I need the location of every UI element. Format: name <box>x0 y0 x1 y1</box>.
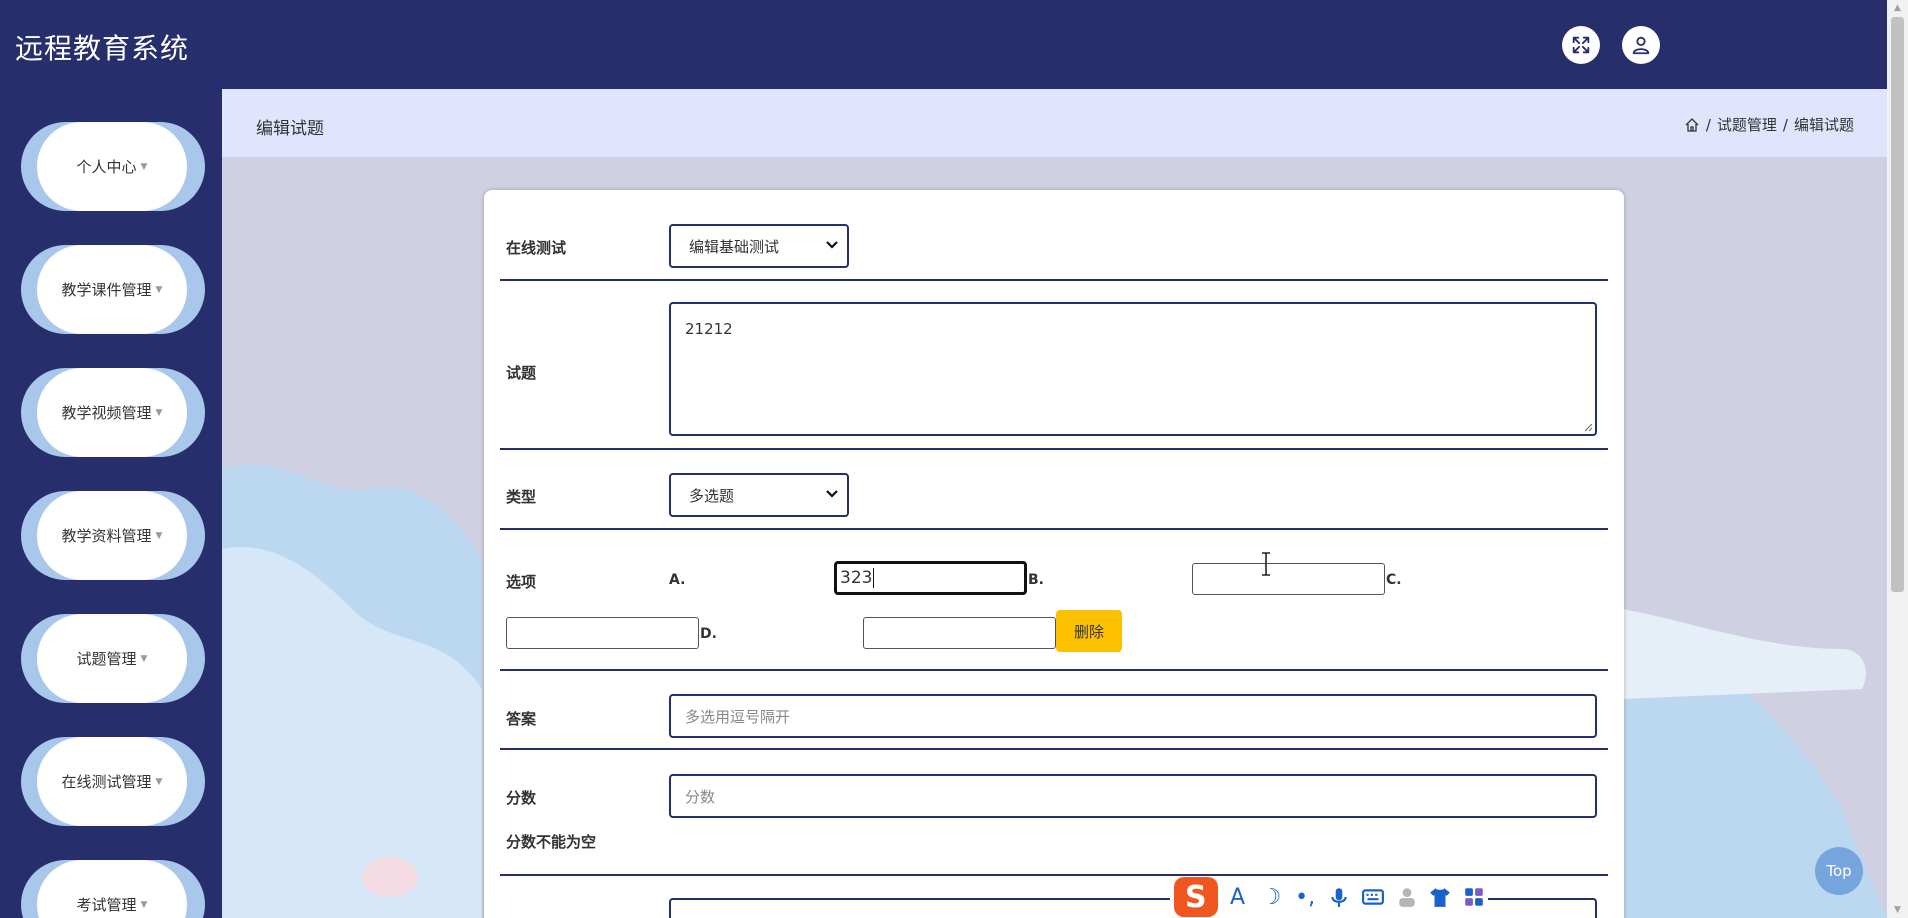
row-divider <box>500 528 1608 530</box>
punctuation-icon[interactable]: •, <box>1291 883 1319 911</box>
option-b-input[interactable] <box>1192 563 1385 595</box>
answer-placeholder: 多选用逗号隔开 <box>685 707 791 726</box>
question-text: 21212 <box>685 320 733 338</box>
caret-down-icon: ▼ <box>140 161 148 172</box>
apps-grid-icon[interactable] <box>1460 883 1488 911</box>
main-content: 编辑试题 / 试题管理 / 编辑试题 在线测试 编辑基础测试 试题 21212 … <box>222 89 1887 918</box>
option-a-label: A. <box>669 572 686 588</box>
sidebar-item-online-test[interactable]: 在线测试管理 ▼ <box>21 737 205 826</box>
microphone-icon[interactable] <box>1325 883 1353 911</box>
back-to-top-button[interactable]: Top <box>1815 847 1863 895</box>
scroll-up-icon[interactable]: ▲ <box>1892 3 1903 13</box>
ime-toolbar: S A ☽ •, <box>1170 876 1488 918</box>
scroll-thumb[interactable] <box>1891 17 1904 592</box>
top-header: 远程教育系统 <box>0 0 1887 89</box>
sidebar: 个人中心 ▼ 教学课件管理 ▼ 教学视频管理 ▼ 教学资料管理 ▼ 试题管理 ▼ 在线测试… <box>0 89 222 918</box>
app-title: 远程教育系统 <box>15 32 190 65</box>
shirt-icon[interactable] <box>1426 883 1454 911</box>
type-value: 多选题 <box>689 486 735 505</box>
score-label: 分数 <box>506 789 537 807</box>
breadcrumb: / 试题管理 / 编辑试题 <box>1684 114 1854 135</box>
home-icon[interactable] <box>1684 117 1700 133</box>
row-divider <box>500 748 1608 750</box>
question-textarea[interactable]: 21212 <box>669 302 1597 436</box>
resize-grip-icon[interactable] <box>1583 422 1593 432</box>
breadcrumb-separator: / <box>1782 115 1788 134</box>
caret-down-icon: ▼ <box>155 284 163 295</box>
sidebar-item-questions[interactable]: 试题管理 ▼ <box>21 614 205 703</box>
type-select[interactable]: 多选题 <box>669 473 849 517</box>
option-d-label: D. <box>700 626 717 642</box>
sogou-logo-icon[interactable]: S <box>1174 877 1218 917</box>
row-divider <box>500 279 1608 281</box>
option-b-label: B. <box>1028 572 1044 588</box>
breadcrumb-separator: / <box>1705 115 1711 134</box>
sidebar-item-label: 个人中心 <box>76 158 137 176</box>
sidebar-item-profile[interactable]: 个人中心 ▼ <box>21 122 205 211</box>
page-titlebar: 编辑试题 / 试题管理 / 编辑试题 <box>222 89 1887 157</box>
person-icon[interactable] <box>1393 883 1421 911</box>
online-test-value: 编辑基础测试 <box>689 237 780 256</box>
option-a-input[interactable]: 323 <box>834 561 1027 595</box>
sidebar-item-label: 在线测试管理 <box>61 773 152 791</box>
sidebar-item-video[interactable]: 教学视频管理 ▼ <box>21 368 205 457</box>
fullscreen-icon <box>1572 36 1590 54</box>
caret-down-icon: ▼ <box>140 653 148 664</box>
breadcrumb-questions[interactable]: 试题管理 <box>1717 114 1777 135</box>
sidebar-item-courseware[interactable]: 教学课件管理 ▼ <box>21 245 205 334</box>
page-scrollbar[interactable]: ▲ ▼ <box>1887 0 1908 918</box>
caret-down-icon: ▼ <box>155 530 163 541</box>
sidebar-item-exam[interactable]: 考试管理 ▼ <box>21 860 205 918</box>
page-title: 编辑试题 <box>256 119 324 139</box>
delete-option-button[interactable]: 删除 <box>1056 610 1122 652</box>
sidebar-item-label: 教学课件管理 <box>61 281 152 299</box>
user-button[interactable] <box>1622 26 1660 64</box>
chevron-down-icon <box>826 490 838 498</box>
score-input[interactable]: 分数 <box>669 774 1597 818</box>
fullscreen-button[interactable] <box>1562 26 1600 64</box>
option-c-input[interactable] <box>506 617 699 649</box>
text-cursor-icon <box>1262 552 1270 576</box>
user-icon <box>1632 36 1650 55</box>
text-caret <box>873 568 875 588</box>
online-test-select[interactable]: 编辑基础测试 <box>669 224 849 268</box>
sidebar-item-materials[interactable]: 教学资料管理 ▼ <box>21 491 205 580</box>
sidebar-item-label: 试题管理 <box>76 650 137 668</box>
edit-question-form: 在线测试 编辑基础测试 试题 21212 类型 多选题 选项 A. 323 B.… <box>484 190 1624 918</box>
font-icon[interactable]: A <box>1224 883 1252 911</box>
sidebar-item-label: 教学视频管理 <box>61 404 152 422</box>
online-test-label: 在线测试 <box>506 239 567 257</box>
score-error-message: 分数不能为空 <box>506 833 597 851</box>
answer-input[interactable]: 多选用逗号隔开 <box>669 694 1597 738</box>
type-label: 类型 <box>506 488 537 506</box>
chevron-down-icon <box>826 241 838 249</box>
breadcrumb-edit-question: 编辑试题 <box>1793 116 1854 134</box>
keyboard-icon[interactable] <box>1359 883 1387 911</box>
options-label: 选项 <box>506 573 537 591</box>
sidebar-item-label: 考试管理 <box>76 896 137 914</box>
option-a-value: 323 <box>840 568 873 588</box>
row-divider <box>500 669 1608 671</box>
scroll-down-icon[interactable]: ▼ <box>1892 905 1903 915</box>
option-c-label: C. <box>1386 572 1402 588</box>
moon-icon[interactable]: ☽ <box>1257 883 1285 911</box>
option-d-input[interactable] <box>863 617 1056 649</box>
question-label: 试题 <box>506 364 537 382</box>
sidebar-item-label: 教学资料管理 <box>61 527 152 545</box>
row-divider <box>500 448 1608 450</box>
caret-down-icon: ▼ <box>155 776 163 787</box>
caret-down-icon: ▼ <box>155 407 163 418</box>
caret-down-icon: ▼ <box>140 899 148 910</box>
answer-label: 答案 <box>506 710 537 728</box>
score-placeholder: 分数 <box>685 787 716 806</box>
